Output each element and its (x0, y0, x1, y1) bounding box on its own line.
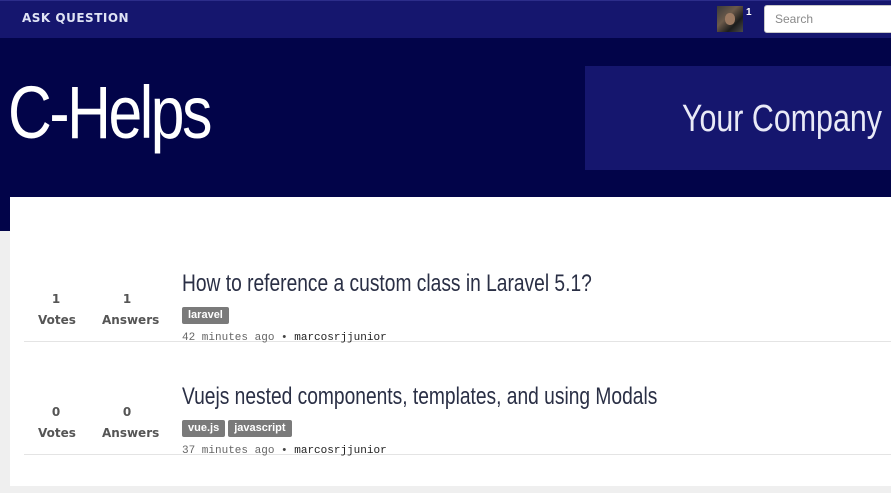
answer-label: Answers (102, 426, 160, 440)
question-title[interactable]: Vuejs nested components, templates, and … (182, 383, 657, 411)
question-time: 37 minutes ago (182, 445, 275, 457)
user-avatar[interactable] (717, 6, 743, 32)
tag-list: vue.js javascript (182, 418, 295, 437)
avatar-face (725, 13, 735, 25)
tag-list: laravel (182, 305, 232, 324)
top-navbar: ASK QUESTION 1 (0, 0, 891, 38)
company-label: Your Company (682, 98, 882, 140)
question-list: 1 Votes 1 Answers How to reference a cus… (10, 197, 891, 486)
question-item: 0 Votes 0 Answers Vuejs nested component… (24, 341, 891, 457)
tag-badge[interactable]: vue.js (182, 420, 226, 437)
question-title[interactable]: How to reference a custom class in Larav… (182, 270, 592, 298)
meta-separator: • (281, 445, 288, 457)
answer-count: 1 Answers (102, 292, 160, 327)
site-logo[interactable]: C-Helps (8, 76, 212, 150)
tag-badge[interactable]: laravel (182, 307, 229, 324)
vote-number: 1 (51, 292, 61, 306)
question-item: 1 Votes 1 Answers How to reference a cus… (24, 228, 891, 344)
tag-badge[interactable]: javascript (228, 420, 292, 437)
answer-number: 1 (122, 292, 132, 306)
company-banner: Your Company (585, 66, 891, 170)
notification-count[interactable]: 1 (746, 7, 752, 18)
vote-label: Votes (38, 426, 76, 440)
answer-count: 0 Answers (102, 405, 160, 440)
vote-number: 0 (51, 405, 61, 419)
answer-label: Answers (102, 313, 160, 327)
answer-number: 0 (122, 405, 132, 419)
question-meta: 37 minutes ago • marcosrjjunior (182, 445, 387, 457)
ask-question-link[interactable]: ASK QUESTION (22, 11, 129, 25)
search-input[interactable] (764, 5, 891, 33)
vote-label: Votes (38, 313, 76, 327)
vote-count: 1 Votes (38, 292, 76, 327)
author-link[interactable]: marcosrjjunior (294, 445, 386, 457)
vote-count: 0 Votes (38, 405, 76, 440)
